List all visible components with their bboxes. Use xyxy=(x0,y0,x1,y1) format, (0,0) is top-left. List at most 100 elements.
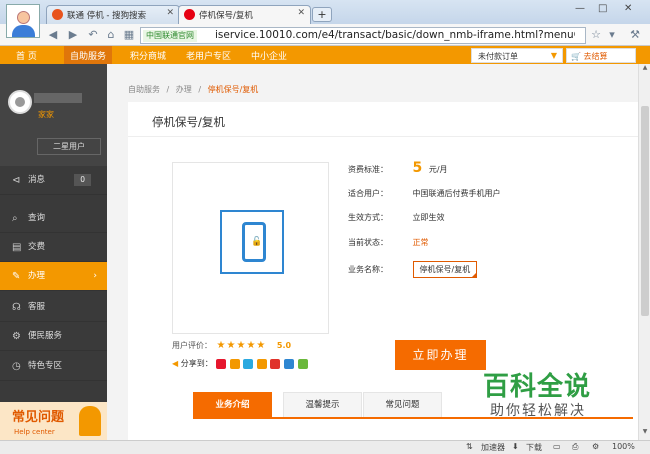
order-select-label: 未付款订单 xyxy=(478,52,518,61)
sidebar-item-label: 交费 xyxy=(28,242,46,252)
share-label: 分享到： xyxy=(180,359,213,368)
settings-icon[interactable]: ⚙ xyxy=(592,442,599,451)
unpaid-orders-select[interactable]: 未付款订单 ▼ xyxy=(471,48,563,63)
effect-value: 立即生效 xyxy=(412,213,445,222)
close-tab-icon[interactable]: ✕ xyxy=(166,8,174,18)
sidebar-item-label: 客服 xyxy=(28,302,46,312)
effect-label: 生效方式： xyxy=(348,213,388,222)
scroll-down-icon[interactable]: ▼ xyxy=(640,428,650,440)
sidebar-item-featured[interactable]: ◷ 特色专区 xyxy=(0,352,107,381)
user-name-redacted xyxy=(34,93,82,103)
rating-stars-icon: ★★★★★ xyxy=(216,340,267,351)
product-image: 🔓 xyxy=(172,162,329,334)
download-icon[interactable]: ⬇ xyxy=(512,442,519,451)
sidebar-toggle-icon[interactable]: ▭ xyxy=(553,442,561,451)
nav-points-mall[interactable]: 积分商城 xyxy=(130,49,166,62)
rating-label: 用户评价： xyxy=(172,341,212,350)
scroll-up-icon[interactable]: ▲ xyxy=(640,64,650,76)
breadcrumb-item[interactable]: 自助服务 xyxy=(128,85,160,94)
weibo-share-icon[interactable] xyxy=(216,358,227,369)
close-tab-icon[interactable]: ✕ xyxy=(297,8,305,18)
renren-share-icon[interactable] xyxy=(283,358,294,369)
screenshot-icon[interactable]: ⎙ xyxy=(572,442,578,452)
qzone-share-icon[interactable] xyxy=(229,358,240,369)
accelerator-label[interactable]: 加速器 xyxy=(481,442,505,453)
megaphone-icon: ⊲ xyxy=(12,175,21,186)
service-option[interactable]: 停机保号/复机 xyxy=(412,261,478,278)
url-field[interactable]: 中国联通官网 iservice.10010.com/e4/transact/ba… xyxy=(140,27,586,44)
sidebar-item-messages[interactable]: ⊲ 消息 0 xyxy=(0,166,107,195)
forward-icon[interactable]: ▶ xyxy=(66,28,80,42)
back-icon[interactable]: ◀ xyxy=(46,28,60,42)
sidebar-item-label: 办理 xyxy=(28,271,46,281)
user-avatar[interactable] xyxy=(8,90,32,114)
tab-faq[interactable]: 常见问题 xyxy=(363,392,442,418)
checkout-button[interactable]: 🛒 去结算 xyxy=(566,48,636,63)
sidebar-item-convenience[interactable]: ⚙ 便民服务 xyxy=(0,322,107,351)
tab-business-intro[interactable]: 业务介绍 xyxy=(193,392,272,418)
status-label: 当前状态： xyxy=(348,238,388,247)
sidebar: 家家 二星用户 ⊲ 消息 0 ⌕ 查询 ▤ 交费 ✎ 办理 › ☊ 客服 ⚙ 便… xyxy=(0,64,107,440)
sidebar-item-query[interactable]: ⌕ 查询 xyxy=(0,204,107,233)
kaixin-share-icon[interactable] xyxy=(256,358,267,369)
browser-tab-search[interactable]: 联通 停机 - 搜狗搜索 ✕ xyxy=(46,5,180,24)
download-label[interactable]: 下载 xyxy=(526,442,542,453)
breadcrumb-item[interactable]: 办理 xyxy=(176,85,192,94)
breadcrumb-sep: / xyxy=(166,85,170,94)
status-bar: ⇅ 加速器 ⬇ 下载 ▭ ⎙ ⚙ 100% xyxy=(0,440,650,454)
sidebar-item-payment[interactable]: ▤ 交费 xyxy=(0,233,107,262)
price-row: 资费标准： 5 元/月 xyxy=(348,160,448,176)
maximize-button[interactable]: □ xyxy=(598,3,607,14)
minimize-button[interactable]: — xyxy=(575,3,585,14)
sidebar-item-customer-service[interactable]: ☊ 客服 xyxy=(0,293,107,322)
douban-share-icon[interactable] xyxy=(270,358,281,369)
pen-icon: ✎ xyxy=(12,271,21,282)
close-window-button[interactable]: ✕ xyxy=(624,3,632,14)
sidebar-item-label: 特色专区 xyxy=(28,361,63,371)
avatar-body-icon xyxy=(12,25,35,37)
browser-profile-avatar[interactable] xyxy=(6,4,40,38)
user-panel: 家家 二星用户 xyxy=(0,64,107,166)
chevron-right-icon: › xyxy=(93,271,97,281)
sidebar-item-handle[interactable]: ✎ 办理 › xyxy=(0,262,107,291)
grid-icon[interactable]: ▦ xyxy=(122,28,136,42)
rating-score: 5.0 xyxy=(276,341,292,350)
accelerator-icon[interactable]: ⇅ xyxy=(466,442,473,451)
undo-icon[interactable]: ↶ xyxy=(86,28,100,42)
zoom-level[interactable]: 100% xyxy=(612,442,635,451)
nav-home[interactable]: 首 页 xyxy=(16,49,37,62)
status-row: 当前状态： 正常 xyxy=(348,237,429,248)
user-rating: 用户评价： ★★★★★ 5.0 xyxy=(172,340,291,351)
nav-smb[interactable]: 中小企业 xyxy=(251,49,287,62)
new-tab-button[interactable]: + xyxy=(312,7,332,22)
dropdown-icon[interactable]: ▾ xyxy=(605,28,619,42)
sidebar-item-label: 便民服务 xyxy=(28,331,63,341)
chevron-down-icon: ▼ xyxy=(550,51,557,60)
service-name-label: 业务名称： xyxy=(348,265,388,274)
share-icon: ◀ xyxy=(172,359,179,368)
site-nav: 首 页 自助服务 积分商城 老用户专区 中小企业 未付款订单 ▼ 🛒 去结算 xyxy=(0,46,650,64)
star-icon[interactable]: ☆ xyxy=(589,28,603,42)
tab-label: 停机保号/复机 xyxy=(199,11,253,21)
price-label: 资费标准： xyxy=(348,165,388,174)
star-level-button[interactable]: 二星用户 xyxy=(37,138,101,155)
target-user-row: 适合用户： 中国联通后付费手机用户 xyxy=(348,188,501,199)
divider xyxy=(128,136,638,137)
scroll-thumb[interactable] xyxy=(641,106,649,316)
checkout-label: 去结算 xyxy=(583,52,608,61)
tencent-weibo-share-icon[interactable] xyxy=(243,358,254,369)
browser-tab-active[interactable]: 停机保号/复机 ✕ xyxy=(178,5,311,24)
verified-site-badge: 中国联通官网 xyxy=(143,30,197,42)
nav-self-service[interactable]: 自助服务 xyxy=(64,46,113,64)
tools-icon[interactable]: ⚒ xyxy=(628,28,642,42)
headset-icon: ☊ xyxy=(12,302,21,313)
vertical-scrollbar[interactable]: ▲ ▼ xyxy=(638,64,650,440)
nav-old-user[interactable]: 老用户专区 xyxy=(186,49,231,62)
clock-icon: ◷ xyxy=(12,361,21,372)
sidebar-item-label: 消息 xyxy=(28,175,46,185)
apply-now-button[interactable]: 立即办理 xyxy=(395,340,486,370)
faq-banner[interactable]: 常见问题 Help center xyxy=(0,402,107,440)
more-share-icon[interactable] xyxy=(297,358,308,369)
home-icon[interactable]: ⌂ xyxy=(104,28,118,42)
tab-tips[interactable]: 温馨提示 xyxy=(283,392,362,418)
